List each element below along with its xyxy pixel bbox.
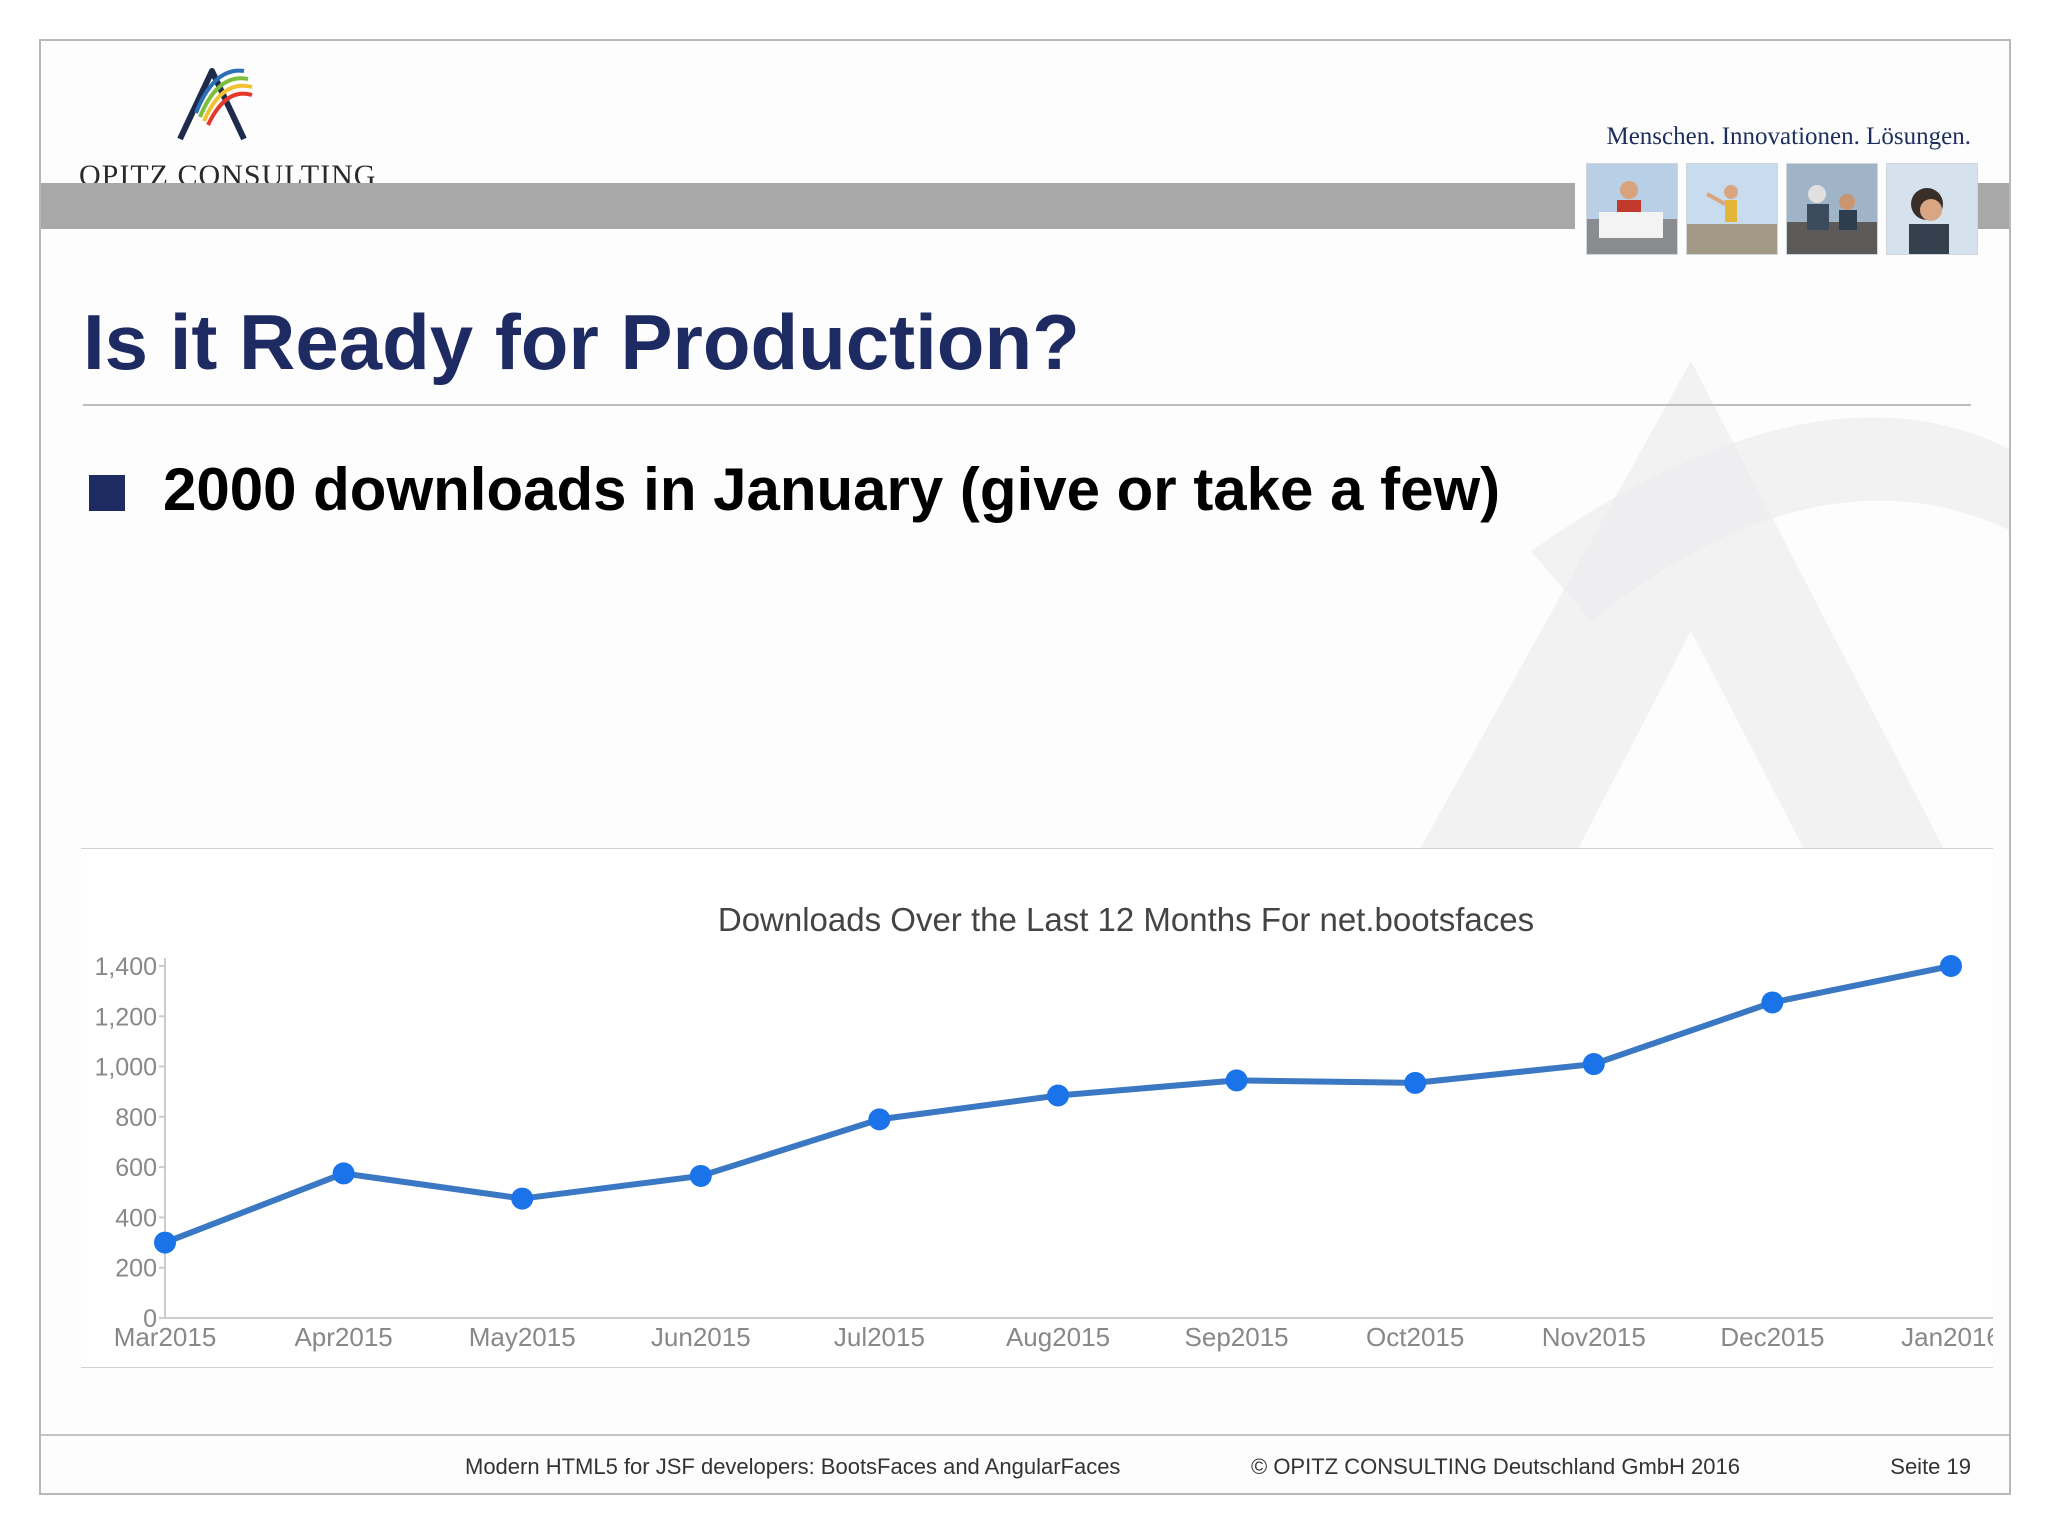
data-point [511, 1187, 534, 1210]
footer-page-number: Seite 19 [1890, 1454, 1971, 1479]
logo-triangle-icon [177, 68, 253, 141]
y-tick-label: 1,000 [94, 1054, 157, 1082]
phone-photo [1886, 163, 1978, 255]
x-tick-label: Sep2015 [1185, 1322, 1289, 1352]
chart-canvas: Downloads Over the Last 12 Months For ne… [81, 848, 1993, 1368]
data-point [1582, 1053, 1605, 1076]
x-tick-label: Mar2015 [114, 1322, 217, 1352]
header-photos [1586, 163, 1978, 255]
slide-title: Is it Ready for Production? [83, 298, 1080, 386]
family-photo [1786, 163, 1878, 255]
footer-divider [41, 1434, 2009, 1436]
tagline: Menschen. Innovationen. Lösungen. [1606, 123, 1971, 150]
header-band [41, 183, 1575, 229]
child-photo [1686, 163, 1778, 255]
x-tick-label: Nov2015 [1542, 1322, 1646, 1352]
x-tick-label: Apr2015 [294, 1322, 392, 1352]
header-band-end [1975, 183, 2009, 229]
data-point [868, 1108, 891, 1131]
x-tick-label: Jan2016 [1901, 1322, 1993, 1352]
y-tick-label: 800 [115, 1104, 157, 1132]
data-point [1047, 1084, 1069, 1107]
downloads-chart: Downloads Over the Last 12 Months For ne… [81, 848, 1993, 1368]
x-tick-label: Jun2015 [651, 1322, 751, 1352]
y-tick-label: 400 [115, 1204, 157, 1232]
bullet-text: 2000 downloads in January (give or take … [163, 456, 1501, 523]
data-point [689, 1164, 712, 1187]
chart-series [154, 955, 1962, 1254]
x-tick-label: Aug2015 [1006, 1322, 1110, 1352]
x-tick-label: Jul2015 [834, 1322, 925, 1352]
company-logo: OPITZ CONSULTING [79, 65, 379, 192]
x-tick-label: Oct2015 [1366, 1322, 1464, 1352]
data-point [1940, 955, 1962, 977]
data-point [332, 1162, 355, 1185]
y-tick-label: 1,200 [94, 1003, 157, 1031]
y-tick-label: 600 [115, 1154, 157, 1182]
x-tick-label: May2015 [469, 1322, 576, 1352]
data-point [1761, 991, 1784, 1014]
footer-copyright: © OPITZ CONSULTING Deutschland GmbH 2016 [1251, 1454, 1740, 1479]
data-point [154, 1231, 176, 1254]
data-point [1225, 1069, 1248, 1092]
y-tick-label: 1,400 [94, 953, 157, 981]
bullet-square-icon [89, 475, 125, 511]
presenter-photo [1586, 163, 1678, 255]
watermark-logo [1391, 361, 2009, 901]
chart-title: Downloads Over the Last 12 Months For ne… [718, 901, 1534, 938]
footer-presentation-title: Modern HTML5 for JSF developers: BootsFa… [465, 1454, 1121, 1479]
slide: OPITZ CONSULTING Menschen. Innovationen.… [39, 39, 2011, 1495]
data-point [1404, 1071, 1427, 1094]
y-tick-label: 200 [115, 1255, 157, 1283]
chart-axes: 02004006008001,0001,2001,400Mar2015 Apr20… [94, 953, 1993, 1352]
title-divider [83, 404, 1971, 406]
x-tick-label: Dec2015 [1720, 1322, 1824, 1352]
